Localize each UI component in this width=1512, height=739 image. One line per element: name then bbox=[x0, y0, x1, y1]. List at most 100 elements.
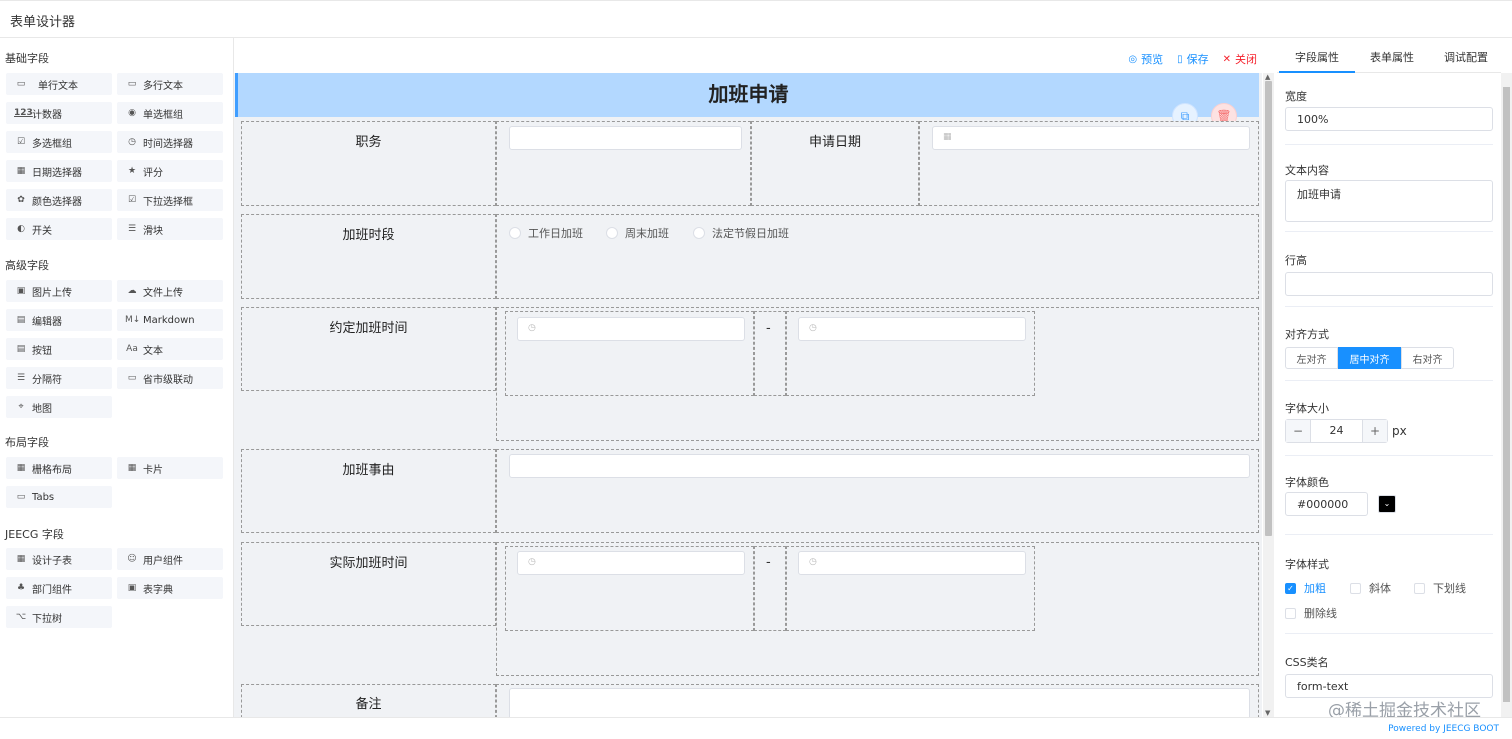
width-label: 宽度 bbox=[1285, 90, 1307, 103]
italic-checkbox[interactable]: 斜体 bbox=[1350, 580, 1391, 596]
palette-item-button[interactable]: ▤ 按钮 bbox=[6, 338, 112, 360]
dict-icon: ▣ bbox=[127, 583, 137, 593]
radio-option-holiday[interactable]: 法定节假日加班 bbox=[693, 225, 789, 241]
properties-scrollbar[interactable] bbox=[1501, 73, 1512, 717]
agreed-start-time-picker[interactable]: ◷ bbox=[517, 317, 745, 341]
canvas-scrollbar[interactable]: ▲ ▼ bbox=[1263, 73, 1274, 717]
duty-input[interactable] bbox=[509, 126, 742, 150]
map-icon: ⌖ bbox=[18, 402, 24, 412]
actual-start-time-picker[interactable]: ◷ bbox=[517, 551, 745, 575]
palette-item-time[interactable]: ◷ 时间选择器 bbox=[117, 131, 223, 153]
font-color-input[interactable]: #000000 bbox=[1285, 492, 1368, 516]
footer: Powered by JEECG BOOT bbox=[0, 717, 1512, 739]
tab-debug[interactable]: 调试配置 bbox=[1444, 49, 1488, 65]
strikethrough-checkbox[interactable]: 删除线 bbox=[1285, 605, 1337, 621]
font-size-value[interactable]: 24 bbox=[1310, 420, 1363, 442]
color-picker-swatch[interactable]: ⌄ bbox=[1378, 495, 1396, 513]
powered-by-link[interactable]: Powered by JEECG BOOT bbox=[1388, 724, 1499, 734]
actual-end-time-picker[interactable]: ◷ bbox=[798, 551, 1026, 575]
editor-icon: ▤ bbox=[16, 315, 26, 325]
align-right-option[interactable]: 右对齐 bbox=[1401, 347, 1454, 369]
clock-icon: ◷ bbox=[128, 137, 136, 147]
plus-icon[interactable]: + bbox=[1363, 420, 1387, 442]
range-separator: - bbox=[766, 321, 771, 336]
palette-item-card[interactable]: ▦ 卡片 bbox=[117, 457, 223, 479]
slider-icon: ☰ bbox=[127, 224, 137, 234]
palette-item-input[interactable]: ▭ 单行文本 bbox=[6, 73, 112, 95]
palette-item-textarea[interactable]: ▭ 多行文本 bbox=[117, 73, 223, 95]
remark-textarea[interactable] bbox=[509, 688, 1250, 717]
palette-item-tree-select[interactable]: ⌥ 下拉树 bbox=[6, 606, 112, 628]
duty-label: 职务 bbox=[355, 135, 382, 150]
close-icon: ✕ bbox=[1222, 53, 1231, 65]
palette-item-cascader[interactable]: ▭ 省市级联动 bbox=[117, 367, 223, 389]
palette-item-divider[interactable]: ☰ 分隔符 bbox=[6, 367, 112, 389]
scrollbar-thumb[interactable] bbox=[1265, 81, 1272, 536]
divider bbox=[1285, 306, 1493, 307]
clock-icon: ◷ bbox=[528, 557, 536, 567]
clock-icon: ◷ bbox=[809, 557, 817, 567]
apply-date-picker[interactable]: ▦ bbox=[932, 126, 1250, 150]
palette-item-map[interactable]: ⌖ 地图 bbox=[6, 396, 112, 418]
radio-option-weekday[interactable]: 工作日加班 bbox=[509, 225, 583, 241]
underline-checkbox[interactable]: 下划线 bbox=[1414, 580, 1466, 596]
palette-item-date[interactable]: ▦ 日期选择器 bbox=[6, 160, 112, 182]
form-heading-block[interactable]: 加班申请 bbox=[235, 73, 1259, 117]
radio-option-weekend[interactable]: 周末加班 bbox=[606, 225, 669, 241]
palette-item-dept[interactable]: ♣ 部门组件 bbox=[6, 577, 112, 599]
font-size-stepper[interactable]: − 24 + bbox=[1285, 419, 1388, 443]
minus-icon[interactable]: − bbox=[1286, 420, 1310, 442]
agreed-end-time-picker[interactable]: ◷ bbox=[798, 317, 1026, 341]
clock-icon: ◷ bbox=[809, 323, 817, 333]
palette-item-tabs[interactable]: ▭ Tabs bbox=[6, 486, 112, 508]
number-icon: 123 bbox=[14, 108, 33, 118]
palette-item-editor[interactable]: ▤ 编辑器 bbox=[6, 309, 112, 331]
close-button[interactable]: ✕ 关闭 bbox=[1223, 50, 1257, 68]
checkbox-icon: ☑ bbox=[16, 137, 26, 147]
width-input[interactable]: 100% bbox=[1285, 107, 1493, 131]
palette-item-subtable[interactable]: ▦ 设计子表 bbox=[6, 548, 112, 570]
palette-item-rate[interactable]: ★ 评分 bbox=[117, 160, 223, 182]
palette-item-markdown[interactable]: M↓ Markdown bbox=[117, 309, 223, 331]
align-left-option[interactable]: 左对齐 bbox=[1285, 347, 1338, 369]
cloud-upload-icon: ☁ bbox=[127, 286, 137, 296]
palette-item-dict[interactable]: ▣ 表字典 bbox=[117, 577, 223, 599]
palette-item-grid[interactable]: ▦ 栅格布局 bbox=[6, 457, 112, 479]
tab-field-props[interactable]: 字段属性 bbox=[1295, 49, 1339, 65]
group-title-advanced: 高级字段 bbox=[5, 259, 49, 272]
image-icon: ▣ bbox=[16, 286, 26, 296]
palette-item-user[interactable]: ☺ 用户组件 bbox=[117, 548, 223, 570]
divider bbox=[1285, 144, 1493, 145]
preview-button[interactable]: ◎ 预览 bbox=[1128, 50, 1163, 68]
radio-dot bbox=[606, 227, 618, 239]
css-class-input[interactable]: form-text bbox=[1285, 674, 1493, 698]
star-icon: ★ bbox=[127, 166, 137, 176]
palette-item-slider[interactable]: ☰ 滑块 bbox=[117, 218, 223, 240]
palette-item-number[interactable]: 123 计数器 bbox=[6, 102, 112, 124]
tab-form-props[interactable]: 表单属性 bbox=[1370, 49, 1414, 65]
line-height-input[interactable] bbox=[1285, 272, 1493, 296]
radio-icon: ◉ bbox=[128, 108, 136, 118]
palette-item-image-upload[interactable]: ▣ 图片上传 bbox=[6, 280, 112, 302]
align-center-option[interactable]: 居中对齐 bbox=[1338, 347, 1401, 369]
palette-item-radio[interactable]: ◉ 单选框组 bbox=[117, 102, 223, 124]
scrollbar-thumb[interactable] bbox=[1503, 87, 1510, 702]
palette-item-color[interactable]: ✿ 颜色选择器 bbox=[6, 189, 112, 211]
text-icon: Aa bbox=[126, 344, 138, 354]
bold-checkbox[interactable]: ✓ 加粗 bbox=[1285, 580, 1326, 596]
tabs-icon: ▭ bbox=[16, 492, 26, 502]
palette-item-text[interactable]: Aa 文本 bbox=[117, 338, 223, 360]
design-canvas: ◎ 预览 ▯ 保存 ✕ 关闭 加班申请 ⧉ 🗑 职务 申请日期 ▦ 加班时段 工作日加… bbox=[234, 38, 1262, 717]
scroll-up-icon[interactable]: ▲ bbox=[1265, 73, 1270, 81]
palette-item-checkbox[interactable]: ☑ 多选框组 bbox=[6, 131, 112, 153]
divider-icon: ☰ bbox=[16, 373, 26, 383]
calendar-icon: ▦ bbox=[943, 132, 952, 142]
apply-date-label: 申请日期 bbox=[808, 135, 861, 150]
reason-input[interactable] bbox=[509, 454, 1250, 478]
palette-item-file-upload[interactable]: ☁ 文件上传 bbox=[117, 280, 223, 302]
text-content-textarea[interactable]: 加班申请 bbox=[1285, 180, 1493, 222]
palette-item-select[interactable]: ☑ 下拉选择框 bbox=[117, 189, 223, 211]
palette-item-switch[interactable]: ◐ 开关 bbox=[6, 218, 112, 240]
scroll-down-icon[interactable]: ▼ bbox=[1265, 709, 1270, 717]
save-button[interactable]: ▯ 保存 bbox=[1177, 50, 1209, 68]
